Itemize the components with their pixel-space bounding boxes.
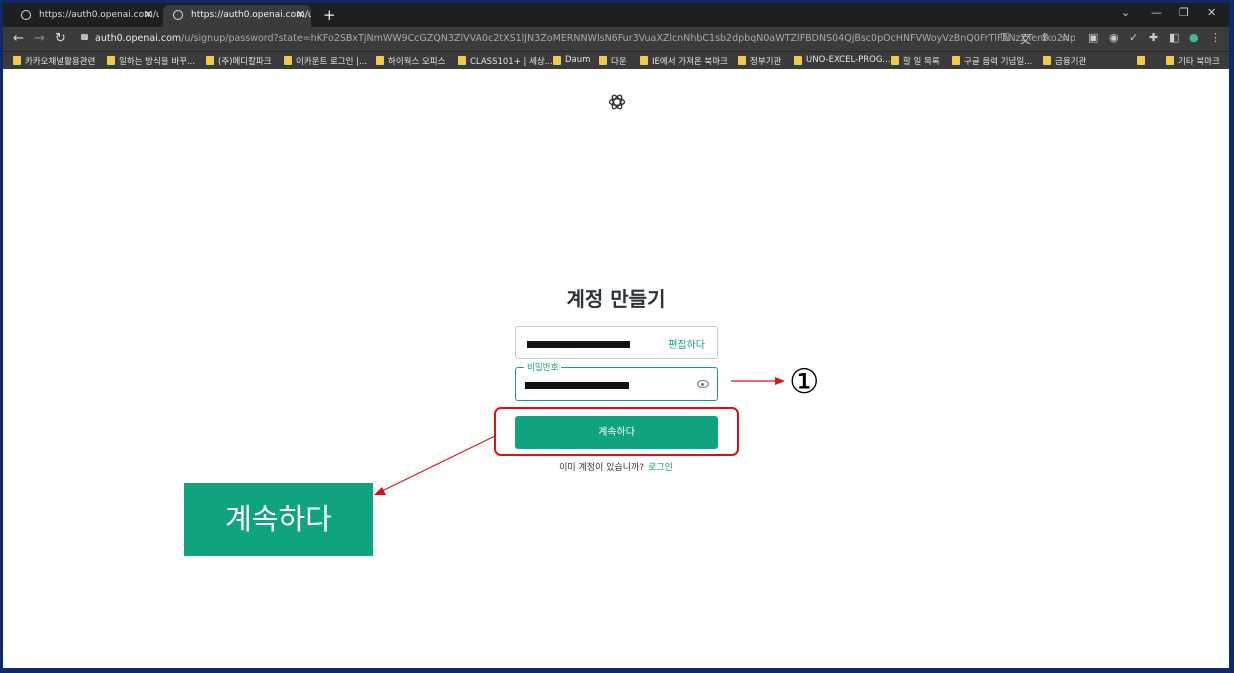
sidepanel-icon[interactable]: ◧: [1169, 31, 1179, 44]
bookmark-item[interactable]: CLASS101+ | 세상...: [458, 55, 553, 67]
profile-extension-icon[interactable]: ◉: [1109, 31, 1119, 44]
continue-button[interactable]: 계속하다: [515, 416, 718, 449]
already-text: 이미 계정이 있습니까?: [559, 463, 645, 473]
reload-icon[interactable]: ↻: [55, 31, 66, 46]
bookmark-item[interactable]: 하이웍스 오피스: [376, 55, 445, 67]
password-field[interactable]: 비밀번호: [515, 361, 718, 401]
extension-badge-icon[interactable]: ▣: [1088, 31, 1098, 44]
bookmark-item[interactable]: 카카오채널활용관련: [13, 55, 95, 67]
share-icon[interactable]: ⇪: [1040, 31, 1049, 44]
bookmark-item[interactable]: 구글 음력 기념일...: [952, 55, 1032, 67]
minimize-icon[interactable]: —: [1151, 6, 1162, 19]
globe-icon: [21, 10, 31, 20]
globe-icon: [173, 10, 183, 20]
close-tab-icon[interactable]: ✕: [144, 8, 153, 21]
login-link[interactable]: 로그인: [648, 463, 673, 473]
url-host: auth0.openai.com: [95, 33, 182, 44]
bookmark-item[interactable]: UNO-EXCEL-PROG...: [794, 55, 891, 65]
zoomed-continue-callout: 계속하다: [184, 483, 373, 556]
bookmark-item[interactable]: IE에서 가져온 북마크: [640, 55, 728, 67]
tab-1[interactable]: https://auth0.openai.com/u/sign ✕: [11, 5, 159, 27]
address-bar[interactable]: auth0.openai.com/u/signup/password?state…: [75, 30, 1075, 48]
menu-icon[interactable]: ⋮: [1210, 31, 1221, 44]
page-title: 계정 만들기: [566, 287, 666, 311]
forward-icon[interactable]: →: [34, 31, 45, 46]
bookmark-item[interactable]: 할 일 목록: [891, 55, 940, 67]
bookmark-item[interactable]: 다운: [599, 55, 627, 67]
redacted-password: [525, 382, 629, 389]
bookmarks-overflow[interactable]: »: [1137, 55, 1146, 65]
tab-search-icon[interactable]: ⌄: [1121, 6, 1130, 19]
check-icon[interactable]: ✓: [1129, 31, 1138, 44]
url-text[interactable]: auth0.openai.com/u/signup/password?state…: [95, 33, 1075, 44]
bookmark-item[interactable]: 정부기관: [738, 55, 781, 67]
tab-title: https://auth0.openai.com/u/sign: [39, 10, 159, 20]
new-tab-button[interactable]: +: [323, 6, 336, 24]
bookmark-item[interactable]: 이카운트 로그인 |...: [284, 55, 367, 67]
eye-icon[interactable]: [697, 380, 709, 388]
tab-bar: https://auth0.openai.com/u/sign ✕ https:…: [3, 3, 1229, 27]
step-marker: ①: [789, 362, 820, 402]
bookmark-item[interactable]: Daum: [553, 55, 590, 65]
puzzle-icon[interactable]: ✚: [1149, 31, 1158, 44]
password-label: 비밀번호: [524, 361, 562, 373]
openai-logo-icon: [608, 94, 626, 110]
toolbar: ← → ↻ auth0.openai.com/u/signup/password…: [3, 27, 1229, 51]
edit-email-link[interactable]: 편집하다: [668, 336, 705, 351]
login-prompt: 이미 계정이 있습니까? 로그인: [3, 460, 1229, 473]
screenshot-frame: https://auth0.openai.com/u/sign ✕ https:…: [3, 3, 1229, 668]
restore-icon[interactable]: ❐: [1179, 6, 1189, 19]
close-tab-icon[interactable]: ✕: [296, 8, 305, 21]
bookmark-item[interactable]: 기타 북마크: [1166, 55, 1220, 67]
tab-2[interactable]: https://auth0.openai.com/u/sign ✕: [163, 5, 311, 27]
bookmarks-bar: 카카오채널활용관련 일하는 방식을 바꾸... (주)메디칼파크 이카운트 로그…: [3, 51, 1229, 70]
avatar-icon[interactable]: ●: [1189, 31, 1199, 44]
lock-icon: [81, 34, 88, 40]
close-window-icon[interactable]: ✕: [1207, 6, 1216, 19]
bookmark-item[interactable]: (주)메디칼파크: [206, 55, 272, 67]
star-icon[interactable]: ☆: [1060, 31, 1070, 44]
bookmark-item[interactable]: 일하는 방식을 바꾸...: [107, 55, 195, 67]
url-path: /u/signup/password?state=hKFo2SBxTjNmWW9…: [181, 33, 1075, 44]
redacted-email: [527, 341, 630, 348]
key-icon[interactable]: ⚿: [1001, 31, 1009, 45]
tab-title: https://auth0.openai.com/u/sign: [191, 10, 311, 20]
translate-icon[interactable]: 文: [1020, 31, 1031, 47]
email-field[interactable]: 편집하다: [515, 326, 718, 359]
back-icon[interactable]: ←: [13, 31, 24, 46]
bookmark-item[interactable]: 금융기관: [1043, 55, 1086, 67]
